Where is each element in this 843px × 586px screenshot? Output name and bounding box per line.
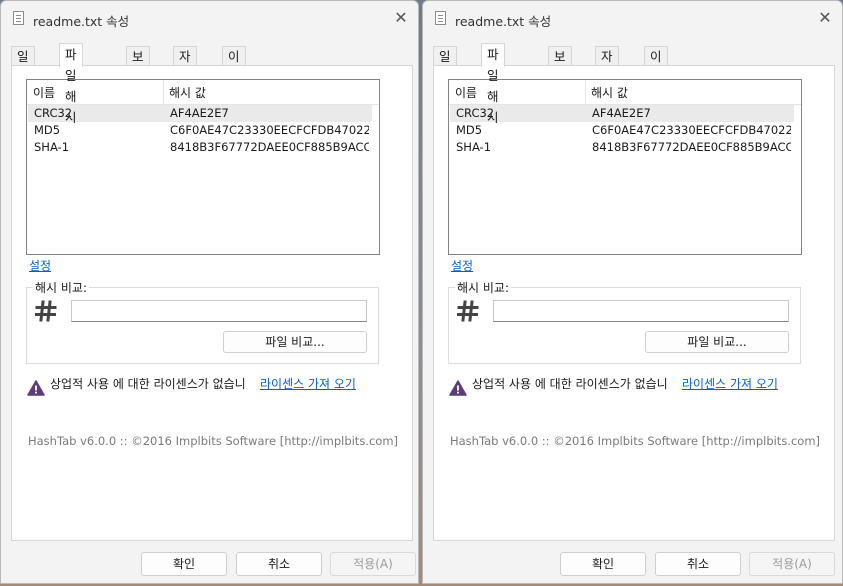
close-button[interactable]: ✕ xyxy=(392,9,410,27)
settings-link[interactable]: 설정 xyxy=(29,257,51,274)
close-icon: ✕ xyxy=(818,8,832,27)
compare-file-button[interactable]: 파일 비교... xyxy=(645,331,789,353)
tab-file-hash[interactable]: 파일 해시 xyxy=(59,43,83,125)
table-row[interactable]: SHA-1 8418B3F67772DAEE0CF885B9ACC3C... xyxy=(28,139,372,156)
title-bar: readme.txt 속성 ✕ xyxy=(1,1,418,37)
tab-general[interactable]: 일반 xyxy=(11,46,35,83)
warning-icon xyxy=(27,380,45,396)
hash-compare-group: 해시 비교: 파일 비교... xyxy=(448,279,801,364)
table-row[interactable]: MD5 C6F0AE47C23330EECFCFDB470227B... xyxy=(450,122,794,139)
compare-file-button[interactable]: 파일 비교... xyxy=(223,331,367,353)
settings-link[interactable]: 설정 xyxy=(451,257,473,274)
column-header-hash[interactable]: 해시 값 xyxy=(591,84,628,101)
tab-previous-versions[interactable]: 이전 버전 xyxy=(644,46,668,121)
tab-security[interactable]: 보안 xyxy=(548,46,572,83)
list-header: 이름 해시 값 xyxy=(27,80,379,105)
ok-button[interactable]: 확인 xyxy=(141,552,227,576)
close-button[interactable]: ✕ xyxy=(816,9,834,27)
file-icon xyxy=(435,11,446,25)
hash-compare-label: 해시 비교: xyxy=(33,279,90,296)
tab-previous-versions[interactable]: 이전 버전 xyxy=(222,46,246,121)
close-icon: ✕ xyxy=(394,8,408,27)
license-warning-text: 상업적 사용 에 대한 라이센스가 없습니 xyxy=(472,377,668,391)
column-divider[interactable] xyxy=(163,80,164,104)
hash-compare-input[interactable] xyxy=(493,300,789,322)
hash-list[interactable]: 이름 해시 값 CRC32 AF4AE2E7 MD5 C6F0AE47C2333… xyxy=(448,79,802,255)
tab-details[interactable]: 자세히 xyxy=(595,46,619,102)
table-row[interactable]: CRC32 AF4AE2E7 xyxy=(450,105,794,122)
table-row[interactable]: CRC32 AF4AE2E7 xyxy=(28,105,372,122)
file-hash-panel: 이름 해시 값 CRC32 AF4AE2E7 MD5 C6F0AE47C2333… xyxy=(11,65,413,541)
file-icon xyxy=(13,11,24,25)
row-hash-value: 8418B3F67772DAEE0CF885B9ACC3C... xyxy=(592,140,791,154)
hash-compare-label: 해시 비교: xyxy=(455,279,512,296)
row-name: MD5 xyxy=(456,123,483,137)
ok-button[interactable]: 확인 xyxy=(560,552,646,576)
hash-list[interactable]: 이름 해시 값 CRC32 AF4AE2E7 MD5 C6F0AE47C2333… xyxy=(26,79,380,255)
column-header-name[interactable]: 이름 xyxy=(33,84,55,101)
file-hash-panel: 이름 해시 값 CRC32 AF4AE2E7 MD5 C6F0AE47C2333… xyxy=(433,65,835,541)
row-hash-value: AF4AE2E7 xyxy=(170,106,229,120)
apply-button[interactable]: 적용(A) xyxy=(330,552,416,576)
row-name: MD5 xyxy=(34,123,61,137)
window-title: readme.txt 속성 xyxy=(33,14,130,29)
list-header: 이름 해시 값 xyxy=(449,80,801,105)
tab-details[interactable]: 자세히 xyxy=(173,46,197,102)
hash-compare-group: 해시 비교: 파일 비교... xyxy=(26,279,379,364)
column-header-hash[interactable]: 해시 값 xyxy=(169,84,206,101)
hash-compare-input[interactable] xyxy=(71,300,367,322)
hash-icon xyxy=(35,300,57,322)
column-divider[interactable] xyxy=(585,80,586,104)
row-name: CRC32 xyxy=(456,106,495,120)
tab-general[interactable]: 일반 xyxy=(433,46,457,83)
hash-icon xyxy=(457,300,479,322)
warning-icon xyxy=(449,380,467,396)
table-row[interactable]: SHA-1 8418B3F67772DAEE0CF885B9ACC3C... xyxy=(450,139,794,156)
properties-window-left: readme.txt 속성 ✕ 일반 파일 해시 보안 자세히 이전 버전 이름… xyxy=(0,0,419,584)
version-footer: HashTab v6.0.0 :: ©2016 Implbits Softwar… xyxy=(449,434,821,448)
tab-file-hash[interactable]: 파일 해시 xyxy=(481,43,505,125)
row-hash-value: AF4AE2E7 xyxy=(592,106,651,120)
table-row[interactable]: MD5 C6F0AE47C23330EECFCFDB470227B... xyxy=(28,122,372,139)
row-hash-value: C6F0AE47C23330EECFCFDB470227B... xyxy=(170,123,369,137)
get-license-link[interactable]: 라이센스 가져 오기 xyxy=(682,375,778,392)
get-license-link[interactable]: 라이센스 가져 오기 xyxy=(260,375,356,392)
row-hash-value: C6F0AE47C23330EECFCFDB470227B... xyxy=(592,123,791,137)
properties-window-right: readme.txt 속성 ✕ 일반 파일 해시 보안 자세히 이전 버전 이름… xyxy=(422,0,843,584)
row-hash-value: 8418B3F67772DAEE0CF885B9ACC3C... xyxy=(170,140,369,154)
window-title: readme.txt 속성 xyxy=(455,14,552,29)
column-header-name[interactable]: 이름 xyxy=(455,84,477,101)
title-bar: readme.txt 속성 ✕ xyxy=(423,1,842,37)
row-name: SHA-1 xyxy=(456,140,492,154)
cancel-button[interactable]: 취소 xyxy=(655,552,741,576)
apply-button[interactable]: 적용(A) xyxy=(749,552,835,576)
row-name: CRC32 xyxy=(34,106,73,120)
license-warning-text: 상업적 사용 에 대한 라이센스가 없습니 xyxy=(50,377,246,391)
row-name: SHA-1 xyxy=(34,140,70,154)
cancel-button[interactable]: 취소 xyxy=(236,552,322,576)
tab-security[interactable]: 보안 xyxy=(126,46,150,83)
version-footer: HashTab v6.0.0 :: ©2016 Implbits Softwar… xyxy=(27,434,399,448)
